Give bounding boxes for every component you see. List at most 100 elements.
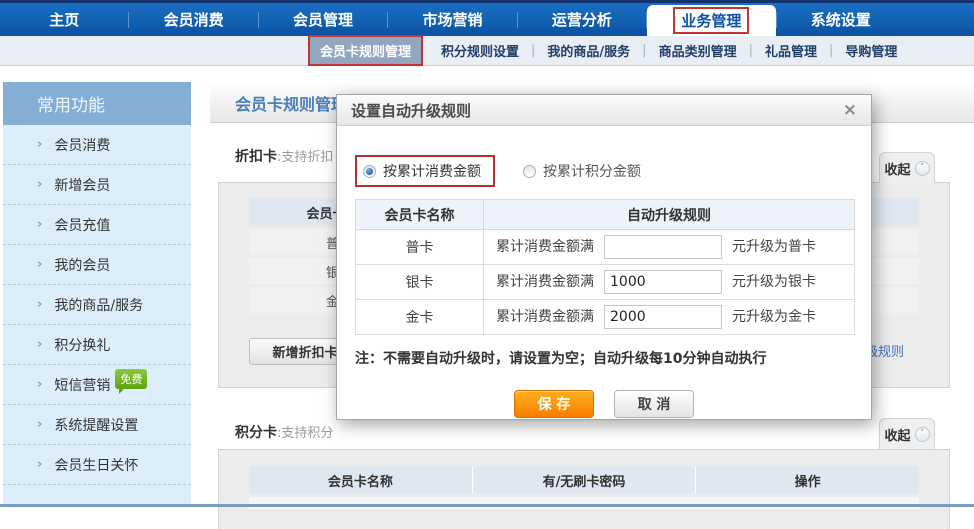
- points-desc: :支持积分: [277, 426, 333, 441]
- topnav-label: 运营分析: [552, 11, 612, 29]
- points-table-header: 会员卡名称 有/无刷卡密码 操作: [249, 466, 919, 494]
- chevron-down-icon: ˅: [915, 161, 930, 176]
- topnav-item-system-settings[interactable]: 系统设置: [777, 9, 905, 30]
- sidebar-item-sms-marketing[interactable]: › 短信营销免费: [3, 365, 191, 405]
- dialog-header: 设置自动升级规则 ×: [337, 95, 871, 126]
- sidebar-item-label: 系统提醒设置: [54, 415, 138, 435]
- rule-prefix: 累计消费金额满: [496, 309, 594, 325]
- dialog-title: 设置自动升级规则: [351, 100, 843, 121]
- collapse-label: 收起: [884, 159, 910, 178]
- discount-collapse-button[interactable]: 收起 ˅: [879, 152, 935, 183]
- rule-suffix: 元升级为金卡: [732, 309, 816, 325]
- upgrade-rules-table: 会员卡名称 自动升级规则 普卡 累计消费金额满元升级为普卡 银卡 累计消费金额满…: [355, 199, 855, 335]
- topnav-label: 业务管理: [681, 12, 741, 30]
- column-header-upgrade-rule: 自动升级规则: [484, 200, 855, 230]
- points-label: 积分卡: [235, 425, 277, 441]
- sidebar-item-my-products[interactable]: › 我的商品/服务: [3, 285, 191, 325]
- sidebar-item-label: 会员充值: [54, 215, 110, 235]
- rule-prefix: 累计消费金额满: [496, 274, 594, 290]
- topnav-item-analytics[interactable]: 运营分析: [518, 9, 646, 30]
- sidebar-item-label: 新增会员: [54, 175, 110, 195]
- card-name: 银卡: [356, 265, 484, 300]
- upgrade-mode-radio-group: 按累计消费金额 按累计积分金额: [355, 155, 871, 187]
- sidebar-item-label: 会员生日关怀: [54, 455, 138, 475]
- rule-suffix: 元升级为普卡: [732, 239, 816, 255]
- chevron-down-icon: ˅: [915, 427, 930, 442]
- table-row: 普卡 累计消费金额满元升级为普卡: [356, 230, 855, 265]
- points-col-password: 有/无刷卡密码: [473, 466, 697, 494]
- radio-unselected-icon[interactable]: [523, 165, 536, 178]
- collapse-label: 收起: [884, 425, 910, 444]
- arrow-right-icon: ›: [37, 377, 42, 392]
- sidebar-item-system-reminder[interactable]: › 系统提醒设置: [3, 405, 191, 445]
- sidebar-item-points-exchange[interactable]: › 积分换礼: [3, 325, 191, 365]
- arrow-right-icon: ›: [37, 217, 42, 232]
- sidebar-item-label: 短信营销: [54, 375, 110, 395]
- arrow-right-icon: ›: [37, 137, 42, 152]
- top-navigation: 主页 会员消费 会员管理 市场营销 运营分析 业务管理 系统设置: [0, 0, 974, 36]
- upgrade-amount-input-gold[interactable]: [604, 305, 722, 329]
- discount-section-label: 折扣卡:支持折扣: [235, 146, 333, 166]
- topnav-label: 会员消费: [164, 11, 224, 29]
- subnav-item-points-rules[interactable]: 积分规则设置: [429, 41, 531, 60]
- arrow-right-icon: ›: [37, 337, 42, 352]
- sidebar: 常用功能 › 会员消费 › 新增会员 › 会员充值 › 我的会员 › 我的商品/服务 › 积…: [3, 82, 191, 507]
- arrow-right-icon: ›: [37, 297, 42, 312]
- column-header-card-name: 会员卡名称: [356, 200, 484, 230]
- arrow-right-icon: ›: [37, 457, 42, 472]
- points-col-actions: 操作: [696, 466, 919, 494]
- close-icon[interactable]: ×: [843, 102, 857, 119]
- topnav-item-marketing[interactable]: 市场营销: [388, 9, 516, 30]
- subnav-item-card-rules[interactable]: 会员卡规则管理: [308, 35, 423, 66]
- topnav-item-member-manage[interactable]: 会员管理: [259, 9, 387, 30]
- radio-selected-icon[interactable]: [363, 165, 376, 178]
- points-collapse-button[interactable]: 收起 ˅: [879, 418, 935, 449]
- discount-label: 折扣卡: [235, 149, 277, 165]
- topnav-label: 主页: [49, 11, 79, 29]
- subnav-item-gift-manage[interactable]: 礼品管理: [753, 41, 829, 60]
- subnav-item-guide-manage[interactable]: 导购管理: [833, 41, 909, 60]
- upgrade-amount-input-regular[interactable]: [604, 235, 722, 259]
- topnav-item-home[interactable]: 主页: [0, 9, 128, 30]
- table-row: 金卡 累计消费金额满 元升级为金卡: [356, 300, 855, 335]
- sidebar-item-birthday-care[interactable]: › 会员生日关怀: [3, 445, 191, 485]
- save-button[interactable]: 保 存: [514, 390, 594, 418]
- cancel-button[interactable]: 取 消: [614, 390, 694, 418]
- sub-navigation: 会员卡规则管理 积分规则设置 | 我的商品/服务 | 商品类别管理 | 礼品管理…: [0, 36, 974, 66]
- sidebar-item-member-consume[interactable]: › 会员消费: [3, 125, 191, 165]
- radio-label: 按累计积分金额: [543, 161, 641, 181]
- table-row: [249, 497, 919, 509]
- sidebar-item-label: 我的会员: [54, 255, 110, 275]
- auto-upgrade-rules-dialog: 设置自动升级规则 × 按累计消费金额 按累计积分金额 会员卡名称 自动升级规则 …: [336, 94, 872, 420]
- arrow-right-icon: ›: [37, 177, 42, 192]
- free-badge: 免费: [115, 369, 147, 389]
- points-col-card-name: 会员卡名称: [249, 466, 473, 494]
- dialog-buttons: 保 存 取 消: [337, 390, 871, 418]
- sidebar-title: 常用功能: [3, 82, 191, 125]
- subnav-item-my-products[interactable]: 我的商品/服务: [535, 41, 642, 60]
- card-name: 普卡: [356, 230, 484, 265]
- sidebar-item-member-recharge[interactable]: › 会员充值: [3, 205, 191, 245]
- points-section-label: 积分卡:支持积分: [235, 422, 333, 442]
- topnav-label: 市场营销: [422, 11, 482, 29]
- topnav-item-member-consume[interactable]: 会员消费: [129, 9, 257, 30]
- card-name: 金卡: [356, 300, 484, 335]
- sidebar-item-my-members[interactable]: › 我的会员: [3, 245, 191, 285]
- radio-by-points[interactable]: 按累计积分金额: [523, 161, 641, 181]
- arrow-right-icon: ›: [37, 417, 42, 432]
- sidebar-item-label: 积分换礼: [54, 335, 110, 355]
- arrow-right-icon: ›: [37, 257, 42, 272]
- topnav-label: 会员管理: [293, 11, 353, 29]
- sidebar-item-add-member[interactable]: › 新增会员: [3, 165, 191, 205]
- subnav-item-product-category[interactable]: 商品类别管理: [647, 41, 749, 60]
- sidebar-item-label: 会员消费: [54, 135, 110, 155]
- topnav-item-business-manage[interactable]: 业务管理: [647, 5, 775, 36]
- radio-by-consumption[interactable]: 按累计消费金额: [355, 155, 495, 187]
- dialog-note: 注：不需要自动升级时，请设置为空；自动升级每10分钟自动执行: [355, 348, 853, 368]
- sidebar-item-label: 我的商品/服务: [54, 295, 143, 315]
- sidebar-items: › 会员消费 › 新增会员 › 会员充值 › 我的会员 › 我的商品/服务 › 积分换礼 ›…: [3, 125, 191, 507]
- points-panel: 会员卡名称 有/无刷卡密码 操作: [218, 449, 950, 529]
- upgrade-amount-input-silver[interactable]: [604, 270, 722, 294]
- rule-suffix: 元升级为银卡: [732, 274, 816, 290]
- table-row: 银卡 累计消费金额满 元升级为银卡: [356, 265, 855, 300]
